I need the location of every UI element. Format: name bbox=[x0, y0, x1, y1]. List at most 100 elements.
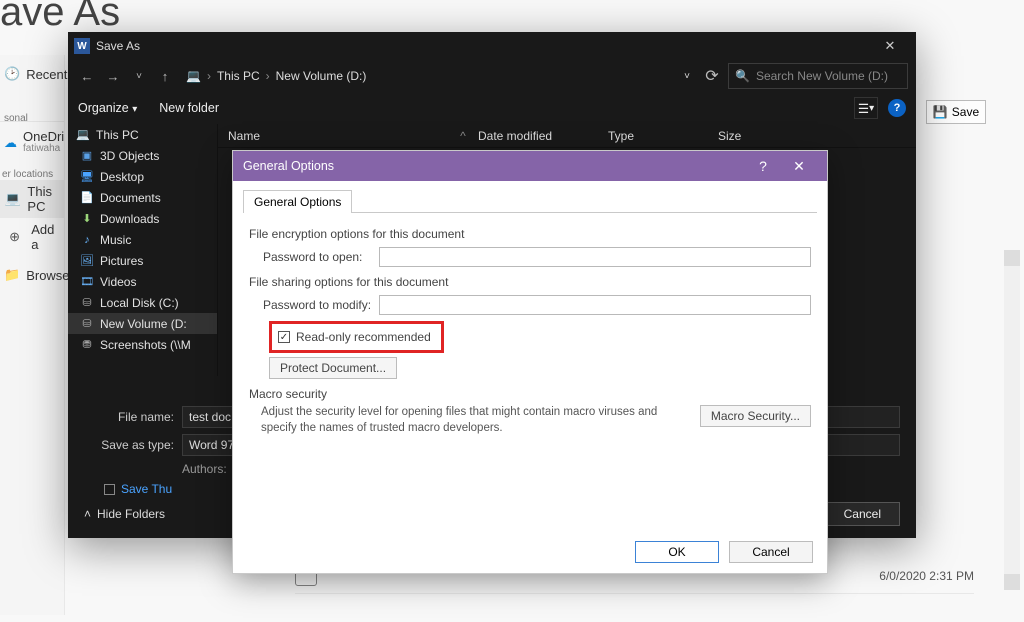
section-header-personal: sonal bbox=[0, 113, 28, 124]
breadcrumb[interactable]: 💻› This PC› New Volume (D:) ˅ bbox=[180, 63, 696, 89]
readonly-highlight: ✓ Read-only recommended bbox=[269, 321, 444, 353]
saveas-title: Save As bbox=[96, 39, 140, 53]
page-title: ave As bbox=[0, 0, 120, 35]
readonly-checkbox[interactable]: ✓ bbox=[278, 331, 290, 343]
savetype-label: Save as type: bbox=[84, 438, 174, 452]
help-icon[interactable]: ? bbox=[745, 151, 781, 181]
tree-item[interactable]: 🎞Videos bbox=[68, 271, 217, 292]
pictures-icon: 🖼 bbox=[80, 254, 94, 268]
breadcrumb-item[interactable]: New Volume (D:) bbox=[276, 69, 367, 83]
word-app-icon: W bbox=[74, 38, 90, 54]
sort-asc-icon[interactable]: ^ bbox=[448, 129, 468, 143]
macro-security-button[interactable]: Macro Security... bbox=[700, 405, 811, 427]
sidebar-add-place[interactable]: ⊕ Add a bbox=[0, 218, 64, 256]
column-headers[interactable]: Name ^ Date modified Type Size bbox=[218, 124, 916, 148]
documents-icon: 📄 bbox=[80, 191, 94, 205]
tree-item[interactable]: ♪Music bbox=[68, 229, 217, 250]
sidebar-item-label: Recent bbox=[26, 67, 67, 82]
nav-back-icon[interactable]: ← bbox=[76, 65, 98, 87]
password-open-field[interactable] bbox=[379, 247, 811, 267]
chevron-down-icon: ▾ bbox=[132, 104, 137, 115]
col-size[interactable]: Size bbox=[708, 129, 916, 143]
sidebar-onedrive[interactable]: ☁ OneDri fatiwaha bbox=[0, 121, 64, 159]
folder-row-date: 6/0/2020 2:31 PM bbox=[879, 569, 974, 583]
tree-item[interactable]: ⛃Screenshots (\\M bbox=[68, 334, 217, 355]
tab-general-options[interactable]: General Options bbox=[243, 190, 352, 213]
cancel-button[interactable]: Cancel bbox=[825, 502, 900, 526]
view-mode-button[interactable]: ☰ ▾ bbox=[854, 97, 878, 119]
dialog-title: General Options bbox=[243, 159, 334, 173]
ok-button[interactable]: OK bbox=[635, 541, 719, 563]
col-type[interactable]: Type bbox=[598, 129, 708, 143]
organize-button[interactable]: Organize ▾ bbox=[78, 101, 137, 115]
cloud-icon: ☁ bbox=[4, 132, 17, 154]
close-icon[interactable]: ✕ bbox=[870, 32, 910, 60]
save-thumbnail-label: Save Thu bbox=[121, 482, 172, 496]
help-icon[interactable]: ? bbox=[888, 99, 906, 117]
protect-document-button[interactable]: Protect Document... bbox=[269, 357, 397, 379]
desktop-icon: 🖥 bbox=[80, 170, 94, 184]
sidebar-item-label: Browse bbox=[26, 268, 69, 283]
tree-item[interactable]: 🖥Desktop bbox=[68, 166, 217, 187]
tree-item[interactable]: ⬇Downloads bbox=[68, 208, 217, 229]
tree-item-this-pc[interactable]: 💻This PC bbox=[68, 124, 217, 145]
section-encryption: File encryption options for this documen… bbox=[249, 227, 811, 241]
general-options-titlebar[interactable]: General Options ? ✕ bbox=[233, 151, 827, 181]
save-icon: 💾 bbox=[933, 105, 948, 119]
tree-item[interactable]: ⛁Local Disk (C:) bbox=[68, 292, 217, 313]
section-sharing: File sharing options for this document bbox=[249, 275, 811, 289]
search-icon: 🔍 bbox=[735, 69, 750, 83]
col-name[interactable]: Name bbox=[218, 129, 448, 143]
nav-history-icon[interactable]: ˅ bbox=[128, 65, 150, 87]
search-input[interactable]: 🔍 Search New Volume (D:) bbox=[728, 63, 908, 89]
plus-icon: ⊕ bbox=[4, 226, 25, 248]
network-drive-icon: ⛃ bbox=[80, 338, 94, 352]
cancel-button[interactable]: Cancel bbox=[729, 541, 813, 563]
clock-icon: 🕑 bbox=[4, 63, 20, 85]
password-modify-field[interactable] bbox=[379, 295, 811, 315]
scrollbar[interactable] bbox=[1004, 250, 1020, 590]
save-button-label: Save bbox=[952, 105, 979, 119]
breadcrumb-item[interactable]: This PC bbox=[217, 69, 260, 83]
folder-tree[interactable]: 💻This PC ▣3D Objects 🖥Desktop 📄Documents… bbox=[68, 124, 218, 376]
refresh-icon[interactable]: ⟳ bbox=[700, 66, 724, 86]
close-icon[interactable]: ✕ bbox=[781, 151, 817, 181]
authors-label: Authors: bbox=[182, 462, 227, 476]
save-button-bg[interactable]: 💾 Save bbox=[926, 100, 986, 124]
sidebar-browse[interactable]: 📁 Browse bbox=[0, 256, 64, 294]
saveas-toolbar: Organize ▾ New folder ☰ ▾ ? bbox=[68, 92, 916, 124]
chevron-up-icon: ˄ bbox=[84, 507, 91, 521]
section-macro-security: Macro security bbox=[249, 387, 811, 401]
hide-folders-button[interactable]: ˄Hide Folders bbox=[84, 507, 165, 521]
tree-item-selected[interactable]: ⛁New Volume (D: bbox=[68, 313, 217, 334]
readonly-label: Read-only recommended bbox=[296, 330, 431, 344]
saveas-titlebar[interactable]: W Save As ✕ bbox=[68, 32, 916, 60]
password-modify-label: Password to modify: bbox=[263, 298, 373, 312]
password-open-label: Password to open: bbox=[263, 250, 373, 264]
backstage-sidebar: 🕑 Recent sonal ☁ OneDri fatiwaha er loca… bbox=[0, 55, 65, 615]
nav-forward-icon[interactable]: → bbox=[102, 65, 124, 87]
folder-icon: 📁 bbox=[4, 264, 20, 286]
save-thumbnail-checkbox[interactable] bbox=[104, 484, 115, 495]
pc-icon: 💻 bbox=[4, 188, 21, 210]
search-placeholder: Search New Volume (D:) bbox=[756, 69, 888, 83]
tree-item[interactable]: ▣3D Objects bbox=[68, 145, 217, 166]
drive-icon: ⛁ bbox=[80, 317, 94, 331]
sidebar-item-sub: fatiwaha bbox=[23, 144, 64, 155]
tree-item[interactable]: 🖼Pictures bbox=[68, 250, 217, 271]
sidebar-item-label: OneDri bbox=[23, 130, 64, 144]
nav-up-icon[interactable]: ↑ bbox=[154, 65, 176, 87]
pc-icon: 💻 bbox=[76, 128, 90, 142]
filename-label: File name: bbox=[84, 410, 174, 424]
sidebar-this-pc[interactable]: 💻 This PC bbox=[0, 180, 64, 218]
general-options-dialog: General Options ? ✕ General Options File… bbox=[232, 150, 828, 574]
col-date[interactable]: Date modified bbox=[468, 129, 598, 143]
newfolder-button[interactable]: New folder bbox=[159, 101, 219, 115]
sidebar-recent[interactable]: 🕑 Recent bbox=[0, 55, 64, 93]
tree-item[interactable]: 📄Documents bbox=[68, 187, 217, 208]
saveas-addressbar: ← → ˅ ↑ 💻› This PC› New Volume (D:) ˅ ⟳ … bbox=[68, 60, 916, 92]
drive-icon: ⛁ bbox=[80, 296, 94, 310]
chevron-down-icon[interactable]: ˅ bbox=[684, 71, 690, 82]
sidebar-item-label: This PC bbox=[27, 184, 64, 214]
videos-icon: 🎞 bbox=[80, 275, 94, 289]
